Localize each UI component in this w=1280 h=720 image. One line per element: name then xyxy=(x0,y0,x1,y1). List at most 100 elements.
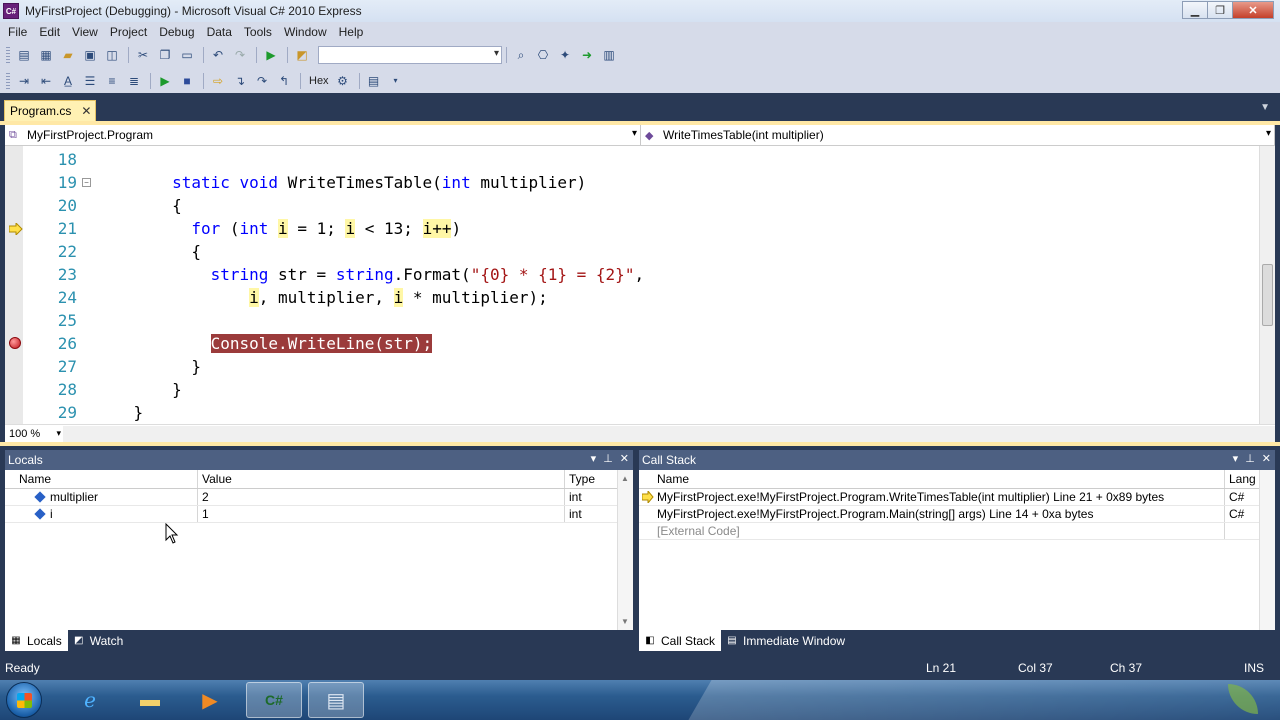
new-project-icon[interactable]: ▤ xyxy=(14,46,34,64)
redo-icon[interactable]: ↷ xyxy=(230,46,250,64)
scrollbar-thumb[interactable] xyxy=(1262,264,1273,326)
type-dropdown[interactable]: ⧉ MyFirstProject.Program ▾ xyxy=(5,125,641,145)
column-header-type[interactable]: Type xyxy=(565,470,617,488)
visual-csharp-taskbar-icon[interactable]: C# xyxy=(246,682,302,718)
breakpoint-icon[interactable] xyxy=(9,337,21,349)
toolbox-icon[interactable]: ▥ xyxy=(599,46,619,64)
table-row[interactable]: MyFirstProject.exe!MyFirstProject.Progra… xyxy=(639,506,1275,523)
stop-debugging-icon[interactable]: ■ xyxy=(177,72,197,90)
minimize-button[interactable]: ▁ xyxy=(1182,1,1208,19)
chevron-down-icon[interactable]: ▾ xyxy=(386,72,406,90)
member-dropdown[interactable]: ◆ WriteTimesTable(int multiplier) ▾ xyxy=(641,125,1275,145)
explorer-folder-icon[interactable]: ▬ xyxy=(122,682,178,718)
zoom-value: 100 % xyxy=(9,427,41,440)
add-item-icon[interactable]: ▦ xyxy=(36,46,56,64)
toolbar-grip[interactable] xyxy=(6,72,10,89)
table-row[interactable]: [External Code] xyxy=(639,523,1275,540)
window-position-icon[interactable]: ▾ xyxy=(591,452,597,465)
tab-locals[interactable]: ▦ Locals xyxy=(5,630,68,651)
paste-icon[interactable]: ▭ xyxy=(177,46,197,64)
call-stack-scrollbar[interactable] xyxy=(1259,470,1275,630)
close-icon[interactable]: ✕ xyxy=(81,104,91,118)
collapse-icon[interactable]: − xyxy=(82,178,91,187)
call-stack-grid-header: Name Lang xyxy=(639,470,1275,489)
local-value[interactable]: 2 xyxy=(198,489,565,505)
continue-icon[interactable]: ▶ xyxy=(155,72,175,90)
pin-icon[interactable]: ⊥ xyxy=(603,452,613,465)
step-into-icon[interactable]: ↴ xyxy=(230,72,250,90)
zoom-dropdown[interactable]: 100 % ▾ xyxy=(5,426,63,442)
status-insert-mode: INS xyxy=(1244,661,1265,675)
code-editor[interactable]: 18 19 − static void WriteTimesTable(int … xyxy=(5,146,1275,424)
tab-program-cs[interactable]: Program.cs ✕ xyxy=(4,100,96,121)
start-debugging-icon[interactable]: ▶ xyxy=(261,46,281,64)
window-position-icon[interactable]: ▾ xyxy=(1233,452,1239,465)
menu-project[interactable]: Project xyxy=(104,25,153,39)
uncomment-icon[interactable]: ≣ xyxy=(124,72,144,90)
scroll-up-icon[interactable]: ▲ xyxy=(621,474,629,483)
object-browser-icon[interactable]: ➜ xyxy=(577,46,597,64)
indent-icon[interactable]: ⇥ xyxy=(14,72,34,90)
menu-edit[interactable]: Edit xyxy=(33,25,66,39)
menu-view[interactable]: View xyxy=(66,25,104,39)
bookmark-icon[interactable]: ☰ xyxy=(80,72,100,90)
step-over-icon[interactable]: ↷ xyxy=(252,72,272,90)
pin-icon[interactable]: ⊥ xyxy=(1245,452,1255,465)
show-next-statement-icon[interactable]: ⇨ xyxy=(208,72,228,90)
menu-help[interactable]: Help xyxy=(333,25,370,39)
window-app-icon[interactable]: ▤ xyxy=(308,682,364,718)
menu-tools[interactable]: Tools xyxy=(238,25,278,39)
local-value[interactable]: 1 xyxy=(198,506,565,522)
column-header-name[interactable]: Name xyxy=(5,470,198,488)
hex-toggle[interactable]: Hex xyxy=(305,75,333,87)
undo-icon[interactable]: ↶ xyxy=(208,46,228,64)
table-row[interactable]: MyFirstProject.exe!MyFirstProject.Progra… xyxy=(639,489,1275,506)
copy-icon[interactable]: ❐ xyxy=(155,46,175,64)
close-icon[interactable]: ✕ xyxy=(1262,452,1271,465)
locals-scrollbar[interactable]: ▲ ▼ xyxy=(617,470,633,630)
scroll-down-icon[interactable]: ▼ xyxy=(621,617,629,626)
find-combo[interactable] xyxy=(318,46,502,64)
solution-explorer-icon[interactable]: ⎔ xyxy=(533,46,553,64)
table-row[interactable]: multiplier 2 int xyxy=(5,489,633,506)
menu-debug[interactable]: Debug xyxy=(153,25,200,39)
breakpoints-window-icon[interactable]: ▤ xyxy=(364,72,384,90)
media-player-icon[interactable]: ▶ xyxy=(182,682,238,718)
close-button[interactable]: ✕ xyxy=(1232,1,1274,19)
tab-label: Call Stack xyxy=(661,633,716,648)
menu-file[interactable]: File xyxy=(2,25,33,39)
maximize-button[interactable]: ❐ xyxy=(1207,1,1233,19)
tab-immediate-window[interactable]: ▤ Immediate Window xyxy=(721,630,851,651)
table-row[interactable]: i 1 int xyxy=(5,506,633,523)
column-header-lang[interactable]: Lang xyxy=(1225,470,1259,488)
find-in-files-icon[interactable]: ◩ xyxy=(292,46,312,64)
internet-explorer-icon[interactable]: ℯ xyxy=(62,682,118,718)
menu-window[interactable]: Window xyxy=(278,25,333,39)
code-line: 22 { xyxy=(5,240,1255,263)
threads-icon[interactable]: ⚙ xyxy=(333,72,353,90)
tab-call-stack[interactable]: ◧ Call Stack xyxy=(639,630,722,651)
find-symbol-icon[interactable]: ⌕ xyxy=(511,46,531,64)
save-all-icon[interactable]: ◫ xyxy=(102,46,122,64)
line-number: 24 xyxy=(57,288,77,307)
cut-icon[interactable]: ✂ xyxy=(133,46,153,64)
toolbar-grip[interactable] xyxy=(6,47,10,63)
outdent-icon[interactable]: ⇤ xyxy=(36,72,56,90)
column-header-name[interactable]: Name xyxy=(639,470,1225,488)
step-out-icon[interactable]: ↰ xyxy=(274,72,294,90)
editor-horizontal-scrollbar[interactable] xyxy=(63,425,1275,442)
title-bar: C# MyFirstProject (Debugging) - Microsof… xyxy=(0,0,1280,22)
comment-icon[interactable]: ≡ xyxy=(102,72,122,90)
close-icon[interactable]: ✕ xyxy=(620,452,629,465)
format-icon[interactable]: A̲ xyxy=(58,72,78,90)
start-orb-icon[interactable] xyxy=(6,682,42,718)
editor-vertical-scrollbar[interactable] xyxy=(1259,146,1275,424)
save-icon[interactable]: ▣ xyxy=(80,46,100,64)
chevron-down-icon[interactable]: ▼ xyxy=(1260,102,1270,113)
properties-icon[interactable]: ✦ xyxy=(555,46,575,64)
tab-watch[interactable]: ◩ Watch xyxy=(68,630,130,651)
menu-data[interactable]: Data xyxy=(201,25,238,39)
open-file-icon[interactable]: ▰ xyxy=(58,46,78,64)
column-header-value[interactable]: Value xyxy=(198,470,565,488)
code-text: Console.WriteLine(str); xyxy=(210,334,433,353)
